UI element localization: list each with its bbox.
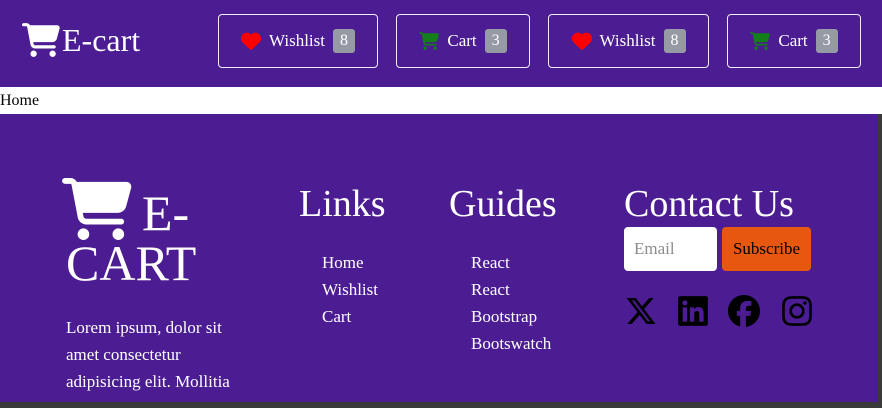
links-list: Home Wishlist Cart bbox=[322, 249, 378, 330]
footer-brand-name: E-CART bbox=[66, 185, 197, 291]
guide-link-react[interactable]: React bbox=[471, 249, 551, 276]
guide-link-text[interactable]: React bbox=[471, 253, 510, 272]
footer-logo: E-CART bbox=[62, 178, 232, 288]
guide-link-bootswatch[interactable]: Bootswatch bbox=[471, 330, 551, 357]
brand-logo[interactable]: E-cart bbox=[22, 20, 140, 60]
wishlist-button[interactable]: Wishlist 8 bbox=[548, 14, 709, 68]
contact-heading: Contact Us bbox=[624, 183, 794, 225]
cart-icon bbox=[22, 23, 60, 57]
wishlist-label: Wishlist bbox=[599, 31, 656, 50]
guide-link-text[interactable]: Bootswatch bbox=[471, 334, 551, 353]
cart-count-badge: 3 bbox=[815, 29, 838, 53]
footer-link-text[interactable]: Wishlist bbox=[322, 280, 378, 299]
facebook-icon[interactable] bbox=[728, 294, 760, 328]
wishlist-button[interactable]: Wishlist 8 bbox=[218, 14, 378, 68]
guides-list: React React Bootstrap Bootswatch bbox=[471, 249, 551, 357]
footer-link-text[interactable]: Home bbox=[322, 253, 364, 272]
wishlist-count-badge: 8 bbox=[333, 29, 355, 53]
x-icon[interactable] bbox=[625, 294, 657, 328]
cart-icon bbox=[750, 32, 771, 50]
cart-label: Cart bbox=[778, 31, 808, 50]
cart-icon bbox=[419, 32, 440, 50]
cart-count-badge: 3 bbox=[484, 29, 507, 53]
guide-link-text[interactable]: React bbox=[471, 280, 510, 299]
linkedin-icon[interactable] bbox=[677, 294, 709, 328]
links-heading: Links bbox=[299, 183, 386, 225]
footer-description: Lorem ipsum, dolor sit amet consectetur … bbox=[66, 318, 230, 391]
breadcrumb: Home bbox=[0, 87, 882, 114]
breadcrumb-home[interactable]: Home bbox=[0, 92, 39, 109]
heart-icon bbox=[241, 32, 261, 50]
guide-link-bootstrap[interactable]: Bootstrap bbox=[471, 303, 551, 330]
heart-icon bbox=[571, 32, 592, 50]
email-input[interactable] bbox=[624, 227, 717, 271]
window-edge bbox=[878, 114, 882, 408]
wishlist-label: Wishlist bbox=[269, 31, 325, 50]
wishlist-count-badge: 8 bbox=[663, 29, 686, 53]
footer-link-home[interactable]: Home bbox=[322, 249, 378, 276]
subscribe-button[interactable]: Subscribe bbox=[722, 227, 811, 271]
footer-link-wishlist[interactable]: Wishlist bbox=[322, 276, 378, 303]
footer-link-text[interactable]: Cart bbox=[322, 307, 351, 326]
footer-link-cart[interactable]: Cart bbox=[322, 303, 378, 330]
guides-heading: Guides bbox=[449, 183, 557, 225]
guide-link-text[interactable]: Bootstrap bbox=[471, 307, 537, 326]
cart-label: Cart bbox=[447, 31, 477, 50]
window-edge bbox=[0, 402, 882, 408]
guide-link-react[interactable]: React bbox=[471, 276, 551, 303]
cart-button[interactable]: Cart 3 bbox=[727, 14, 861, 68]
navbar: E-cart Wishlist 8 Cart 3 Wishlist 8 Cart… bbox=[0, 0, 882, 87]
brand-name: E-cart bbox=[62, 22, 141, 58]
cart-button[interactable]: Cart 3 bbox=[396, 14, 530, 68]
instagram-icon[interactable] bbox=[781, 294, 813, 328]
